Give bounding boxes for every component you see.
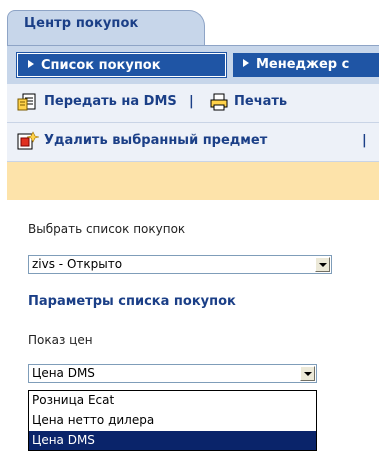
option-dealer-net-price[interactable]: Цена нетто дилера <box>29 411 316 430</box>
toolbar-separator: | <box>189 94 194 109</box>
price-display-value: Цена DMS <box>32 366 95 380</box>
option-retail-ecat[interactable]: Розница Ecat <box>29 391 316 410</box>
arrow-right-icon <box>243 59 249 67</box>
arrow-right-icon <box>28 60 34 68</box>
toolbar-actions-1: Передать на DMS | Печать <box>17 92 379 114</box>
print-link[interactable]: Печать <box>234 94 287 109</box>
price-display-select[interactable]: Цена DMS <box>28 364 317 383</box>
delete-item-icon[interactable] <box>17 131 40 155</box>
shopping-list-select[interactable]: zivs - Открыто <box>28 255 332 274</box>
select-list-value: zivs - Открыто <box>32 257 123 271</box>
transfer-document-icon[interactable] <box>17 92 39 116</box>
delete-selected-item-link[interactable]: Удалить выбранный предмет <box>44 133 267 148</box>
notice-bar <box>7 162 379 200</box>
toolbar-separator: | <box>362 133 367 148</box>
price-display-label: Показ цен <box>28 333 93 347</box>
transfer-to-dms-link[interactable]: Передать на DMS <box>44 94 177 109</box>
chevron-down-icon[interactable] <box>315 257 330 272</box>
tab-manager[interactable]: Менеджер с <box>233 53 379 77</box>
select-list-label: Выбрать список покупок <box>28 222 186 236</box>
option-dms-price[interactable]: Цена DMS <box>29 431 316 450</box>
toolbar-actions-2: Удалить выбранный предмет | <box>17 131 379 153</box>
page-title: Центр покупок <box>24 16 139 31</box>
chevron-down-icon[interactable] <box>300 366 315 381</box>
list-params-title: Параметры списка покупок <box>28 294 236 309</box>
print-icon[interactable] <box>209 92 229 116</box>
price-options-dropdown: Розница Ecat Цена нетто дилера Цена DMS <box>28 390 317 451</box>
tab-shopping-list[interactable]: Список покупок <box>17 53 226 77</box>
